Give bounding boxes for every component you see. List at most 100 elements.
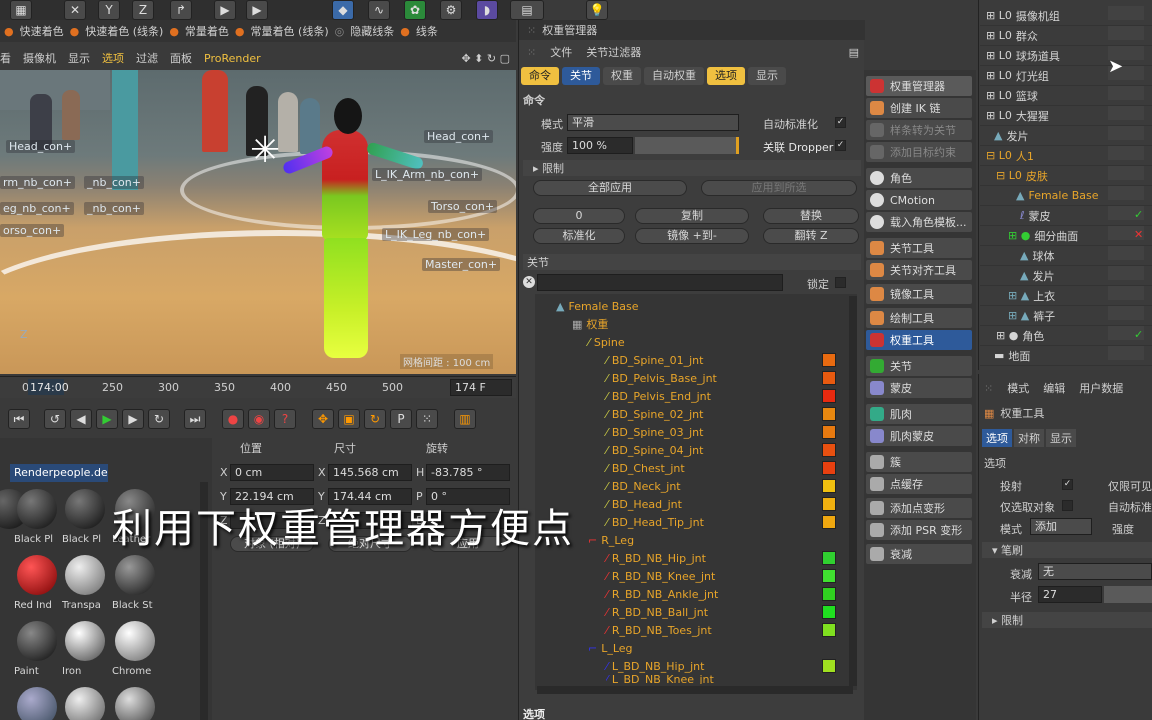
constant-shading[interactable]: 常量着色 [185,23,229,39]
tab-options[interactable]: 选项 [707,67,745,85]
joint-row[interactable]: ⁄ BD_Neck_jnt [606,477,681,495]
tool-muscle[interactable]: 肌肉 [866,404,972,424]
joint-h-scroll[interactable] [537,686,853,694]
control-label[interactable]: Torso_con+ [428,200,498,213]
zero-button[interactable]: 0 [533,208,625,224]
timeline-icon[interactable]: ▥ [454,409,476,429]
material-swatch[interactable]: Transpa [62,552,108,614]
control-label[interactable]: eg_nb_con+ [0,202,74,215]
control-label[interactable]: L_IK_Leg_nb_con+ [382,228,490,241]
only-selected-check[interactable] [1062,500,1073,511]
tool-joint[interactable]: 关节工具 [866,238,972,258]
tool-weight-manager[interactable]: 权重管理器 [866,76,972,96]
param-key-icon[interactable]: P [390,409,412,429]
help-icon[interactable]: ? [274,409,296,429]
flip-dropdown[interactable]: 翻转 Z [763,228,859,244]
control-label[interactable]: _nb_con+ [84,176,144,189]
joint-row[interactable]: ⁄ L_BD_NB_Hip_jnt [606,657,704,675]
timeline[interactable]: 0 174:00 250 300 350 400 450 500 174 F [0,376,516,398]
spline-icon[interactable]: ∿ [368,0,390,20]
tool-create-ik[interactable]: 创建 IK 链 [866,98,972,118]
x-icon[interactable]: ✕ [64,0,86,20]
record-icon[interactable]: ● [222,409,244,429]
scene-icon[interactable]: ▤ [510,0,544,20]
menu-options[interactable]: 选项 [102,50,124,66]
joint-row[interactable]: ⁄ R_BD_NB_Hip_jnt [606,549,706,567]
material-swatch[interactable]: Red Ind [14,552,60,614]
menu-joint-filter[interactable]: 关节过滤器 [586,44,641,60]
quick-shading[interactable]: 快速着色 [20,23,64,39]
size-x-field[interactable]: 145.568 cm [328,464,412,481]
menu-camera[interactable]: 摄像机 [23,50,56,66]
strength-slider[interactable] [635,137,739,154]
tool-character[interactable]: 角色 [866,168,972,188]
tool-add-target[interactable]: 添加目标约束 [866,142,972,162]
material-swatch[interactable]: Chrome [112,618,158,680]
replace-dropdown[interactable]: 替换 [763,208,859,224]
pos-x-field[interactable]: 0 cm [230,464,314,481]
z-icon[interactable]: Z [132,0,154,20]
control-label[interactable]: orso_con+ [0,224,65,237]
next-key-icon[interactable]: ↻ [148,409,170,429]
clear-icon[interactable]: ✕ [523,276,535,288]
copy-button[interactable]: 复制 [635,208,749,224]
menu-display[interactable]: 显示 [68,50,90,66]
quick-shading-lines[interactable]: 快速着色 (线条) [85,23,163,39]
attr-limit-section[interactable]: ▸ 限制 [982,612,1152,628]
apply-selected-button[interactable]: 应用到所选 [701,180,857,196]
y-icon[interactable]: Y [98,0,120,20]
tool-falloff[interactable]: 衰减 [866,544,972,564]
first-frame-icon[interactable]: ⏮ [8,409,30,429]
deformer-icon[interactable]: ◗ [476,0,498,20]
control-label[interactable]: Master_con+ [422,258,501,271]
limit-section[interactable]: ▸ 限制 [523,160,861,176]
tool-muscle-skin[interactable]: 肌肉蒙皮 [866,426,972,446]
next-frame-icon[interactable]: ▶ [122,409,144,429]
autokey-icon[interactable]: ◉ [248,409,270,429]
tree-rleg[interactable]: ⌐ R_Leg [588,531,634,549]
lock-check[interactable] [835,277,846,288]
joint-row[interactable]: ⁄ R_BD_NB_Toes_jnt [606,621,712,639]
attr-menu-userdata[interactable]: 用户数据 [1079,380,1123,396]
material-swatch[interactable]: Paint [14,618,60,680]
control-label[interactable]: L_IK_Arm_nb_con+ [372,168,483,181]
menu-file[interactable]: 文件 [550,44,572,60]
tool-load-template[interactable]: 载入角色模板... [866,212,972,232]
browser-tab[interactable]: Renderpeople.de [10,464,108,482]
tool-joint-object[interactable]: 关节 [866,356,972,376]
play2-icon[interactable]: ▶ [246,0,268,20]
control-label[interactable]: Head_con+ [424,130,494,143]
play-icon[interactable]: ▶ [96,409,118,429]
coord-icon[interactable]: ↱ [170,0,192,20]
brush-section[interactable]: ▾ 笔刷 [982,542,1152,558]
joint-search[interactable] [537,274,783,291]
light-icon[interactable]: 💡 [586,0,608,20]
falloff-dropdown[interactable]: 无 [1038,563,1152,580]
array-icon[interactable]: ⚙ [440,0,462,20]
mode-dropdown[interactable]: 平滑 [567,114,739,131]
viewport-nav-icons[interactable]: ✥ ⬍ ↻ ▢ [461,52,516,65]
menu-panel[interactable]: 面板 [170,50,192,66]
lines[interactable]: 线条 [416,23,438,39]
tool-point-cache[interactable]: 点缓存 [866,474,972,494]
radius-slider[interactable] [1104,586,1152,603]
material-swatch[interactable]: Black Pl [62,486,108,548]
rotate-key-icon[interactable]: ↻ [364,409,386,429]
joint-row[interactable]: ⁄ L_BD_NB_Knee_jnt [606,674,714,684]
tab-display[interactable]: 显示 [748,67,786,85]
hidden-lines[interactable]: 隐藏线条 [350,23,394,39]
play-icon[interactable]: ▶ [214,0,236,20]
attr-mode-dropdown[interactable]: 添加 [1030,518,1092,535]
joint-row[interactable]: ⁄ BD_Spine_02_jnt [606,405,703,423]
radius-field[interactable]: 27 [1038,586,1102,603]
tool-spline-to-joint[interactable]: 样条转为关节 [866,120,972,140]
joint-tree-scroll[interactable] [849,296,857,686]
material-swatch[interactable]: Black St [112,552,158,614]
cube-icon[interactable]: ◆ [332,0,354,20]
tab-autoweight[interactable]: 自动权重 [644,67,704,85]
dropper-check[interactable]: ✓ [835,140,846,151]
grid-key-icon[interactable]: ⁙ [416,409,438,429]
constant-shading-lines[interactable]: 常量着色 (线条) [251,23,329,39]
normalize-button[interactable]: 标准化 [533,228,625,244]
menu-view[interactable]: 看 [0,50,11,66]
